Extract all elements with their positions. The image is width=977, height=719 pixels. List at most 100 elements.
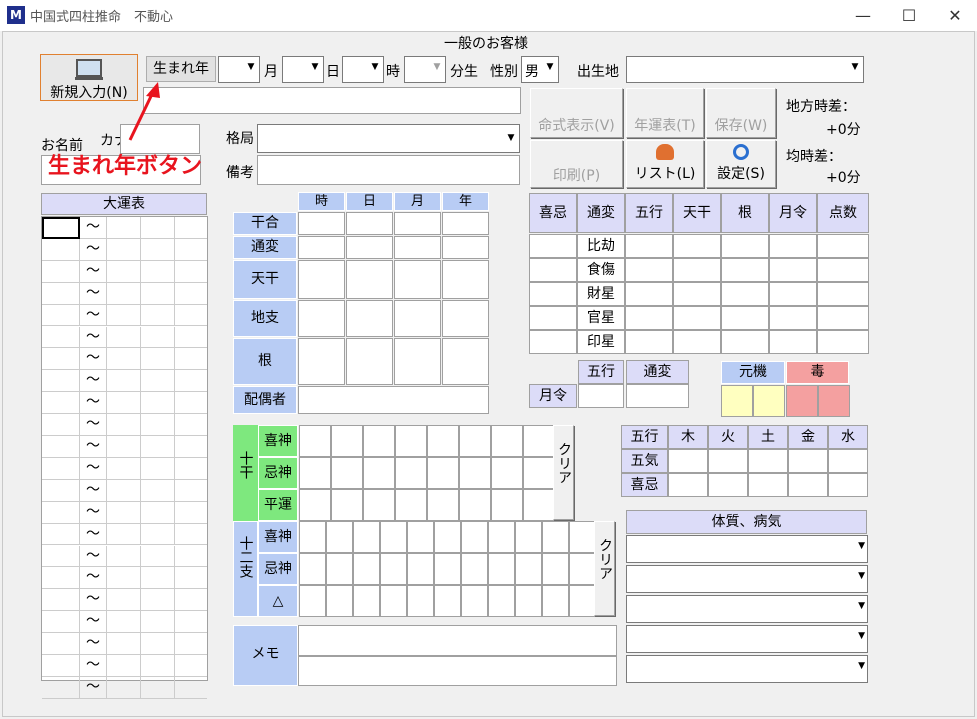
power-cell[interactable] bbox=[673, 330, 721, 354]
daiun-cell[interactable] bbox=[106, 611, 140, 634]
daiun-cell[interactable] bbox=[140, 633, 174, 655]
daiun-cell[interactable] bbox=[106, 260, 140, 283]
name-input[interactable] bbox=[143, 87, 521, 114]
daiun-cell[interactable] bbox=[140, 260, 174, 283]
junishi-cell[interactable] bbox=[461, 585, 488, 617]
daiun-cell[interactable] bbox=[140, 589, 174, 612]
daiun-cell[interactable] bbox=[106, 282, 140, 305]
daiun-cell[interactable] bbox=[174, 457, 207, 480]
daiun-cell[interactable] bbox=[106, 457, 140, 480]
pillar-cell[interactable] bbox=[394, 338, 441, 385]
daiun-cell[interactable] bbox=[106, 567, 140, 590]
junishi-cell[interactable] bbox=[353, 553, 380, 585]
daiun-cell[interactable] bbox=[140, 655, 174, 677]
daiun-age-cell[interactable] bbox=[42, 282, 80, 305]
jikkan-cell[interactable] bbox=[427, 425, 459, 457]
kakkyoku-select[interactable]: ▼ bbox=[257, 124, 520, 153]
daiun-age-cell[interactable] bbox=[42, 501, 80, 524]
gogyo-cell[interactable] bbox=[788, 449, 828, 473]
daiun-age-cell[interactable] bbox=[42, 304, 80, 327]
daiun-cell[interactable] bbox=[140, 501, 174, 524]
taishitsu-select[interactable]: ▼ bbox=[626, 655, 868, 683]
daiun-cell[interactable] bbox=[174, 282, 207, 305]
daiun-age-cell[interactable] bbox=[42, 676, 80, 699]
power-cell[interactable] bbox=[529, 306, 577, 330]
daiun-cell[interactable] bbox=[140, 523, 174, 546]
junishi-cell[interactable] bbox=[515, 521, 542, 553]
power-cell[interactable] bbox=[529, 282, 577, 306]
daiun-age-cell[interactable] bbox=[42, 523, 80, 546]
junishi-cell[interactable] bbox=[299, 553, 326, 585]
daiun-cell[interactable] bbox=[106, 655, 140, 677]
gogyo-cell[interactable] bbox=[828, 473, 868, 497]
daiun-age-cell[interactable] bbox=[42, 326, 80, 349]
pillar-cell[interactable] bbox=[394, 260, 441, 299]
daiun-cell[interactable] bbox=[140, 436, 174, 458]
junishi-cell[interactable] bbox=[434, 585, 461, 617]
junishi-cell[interactable] bbox=[434, 553, 461, 585]
jikkan-cell[interactable] bbox=[299, 457, 331, 489]
daiun-age-cell[interactable] bbox=[42, 348, 80, 371]
pillar-cell[interactable] bbox=[394, 212, 441, 235]
daiun-age-cell[interactable] bbox=[42, 545, 80, 568]
jikkan-cell[interactable] bbox=[395, 425, 427, 457]
power-cell[interactable] bbox=[529, 330, 577, 354]
daiun-cell[interactable] bbox=[174, 523, 207, 546]
power-cell[interactable] bbox=[673, 306, 721, 330]
gender-select[interactable]: 男 ▼ bbox=[521, 56, 559, 83]
pillar-cell[interactable] bbox=[346, 260, 393, 299]
daiun-cell[interactable] bbox=[174, 545, 207, 568]
junishi-cell[interactable] bbox=[407, 553, 434, 585]
junishi-cell[interactable] bbox=[569, 521, 596, 553]
getsurei-gogyo-cell[interactable] bbox=[578, 384, 624, 408]
daiun-age-cell[interactable] bbox=[42, 370, 80, 393]
daiun-cell[interactable] bbox=[174, 370, 207, 393]
junishi-cell[interactable] bbox=[380, 553, 407, 585]
daiun-cell[interactable] bbox=[140, 304, 174, 327]
daiun-cell[interactable] bbox=[140, 545, 174, 568]
power-cell[interactable] bbox=[529, 234, 577, 258]
daiun-cell[interactable] bbox=[106, 545, 140, 568]
gogyo-cell[interactable] bbox=[748, 473, 788, 497]
pillar-cell[interactable] bbox=[346, 236, 393, 259]
junishi-cell[interactable] bbox=[542, 585, 569, 617]
junishi-cell[interactable] bbox=[380, 521, 407, 553]
memo-input-2[interactable] bbox=[298, 656, 617, 686]
daiun-cell[interactable] bbox=[106, 676, 140, 699]
power-cell[interactable] bbox=[817, 258, 869, 282]
pillar-cell[interactable] bbox=[442, 300, 489, 337]
gogyo-cell[interactable] bbox=[668, 449, 708, 473]
birthplace-select[interactable]: ▼ bbox=[626, 56, 864, 83]
jikkan-cell[interactable] bbox=[427, 489, 459, 521]
pillar-cell[interactable] bbox=[394, 236, 441, 259]
daiun-cell[interactable] bbox=[140, 611, 174, 634]
power-cell[interactable] bbox=[769, 234, 817, 258]
day-select[interactable]: ▼ bbox=[342, 56, 384, 83]
daiun-cell[interactable] bbox=[140, 457, 174, 480]
daiun-cell[interactable] bbox=[174, 676, 207, 699]
jikkan-cell[interactable] bbox=[395, 489, 427, 521]
power-cell[interactable] bbox=[721, 330, 769, 354]
junishi-cell[interactable] bbox=[353, 585, 380, 617]
junishi-cell[interactable] bbox=[515, 553, 542, 585]
junishi-cell[interactable] bbox=[299, 585, 326, 617]
daiun-cell[interactable] bbox=[174, 611, 207, 634]
junishi-cell[interactable] bbox=[488, 521, 515, 553]
jikkan-cell[interactable] bbox=[491, 489, 523, 521]
power-cell[interactable] bbox=[673, 258, 721, 282]
power-cell[interactable] bbox=[817, 306, 869, 330]
daiun-age-cell[interactable] bbox=[42, 633, 80, 655]
daiun-age-cell[interactable] bbox=[42, 436, 80, 458]
daiun-cell[interactable] bbox=[174, 392, 207, 415]
junishi-cell[interactable] bbox=[515, 585, 542, 617]
daiun-cell[interactable] bbox=[140, 414, 174, 436]
daiun-cell[interactable] bbox=[106, 501, 140, 524]
pillar-cell[interactable] bbox=[298, 300, 345, 337]
daiun-cell[interactable] bbox=[106, 589, 140, 612]
daiun-cell[interactable] bbox=[174, 436, 207, 458]
doku-cell[interactable] bbox=[786, 385, 818, 417]
junishi-cell[interactable] bbox=[380, 585, 407, 617]
power-cell[interactable] bbox=[673, 282, 721, 306]
pillar-cell[interactable] bbox=[298, 212, 345, 235]
daiun-cell[interactable] bbox=[174, 326, 207, 349]
